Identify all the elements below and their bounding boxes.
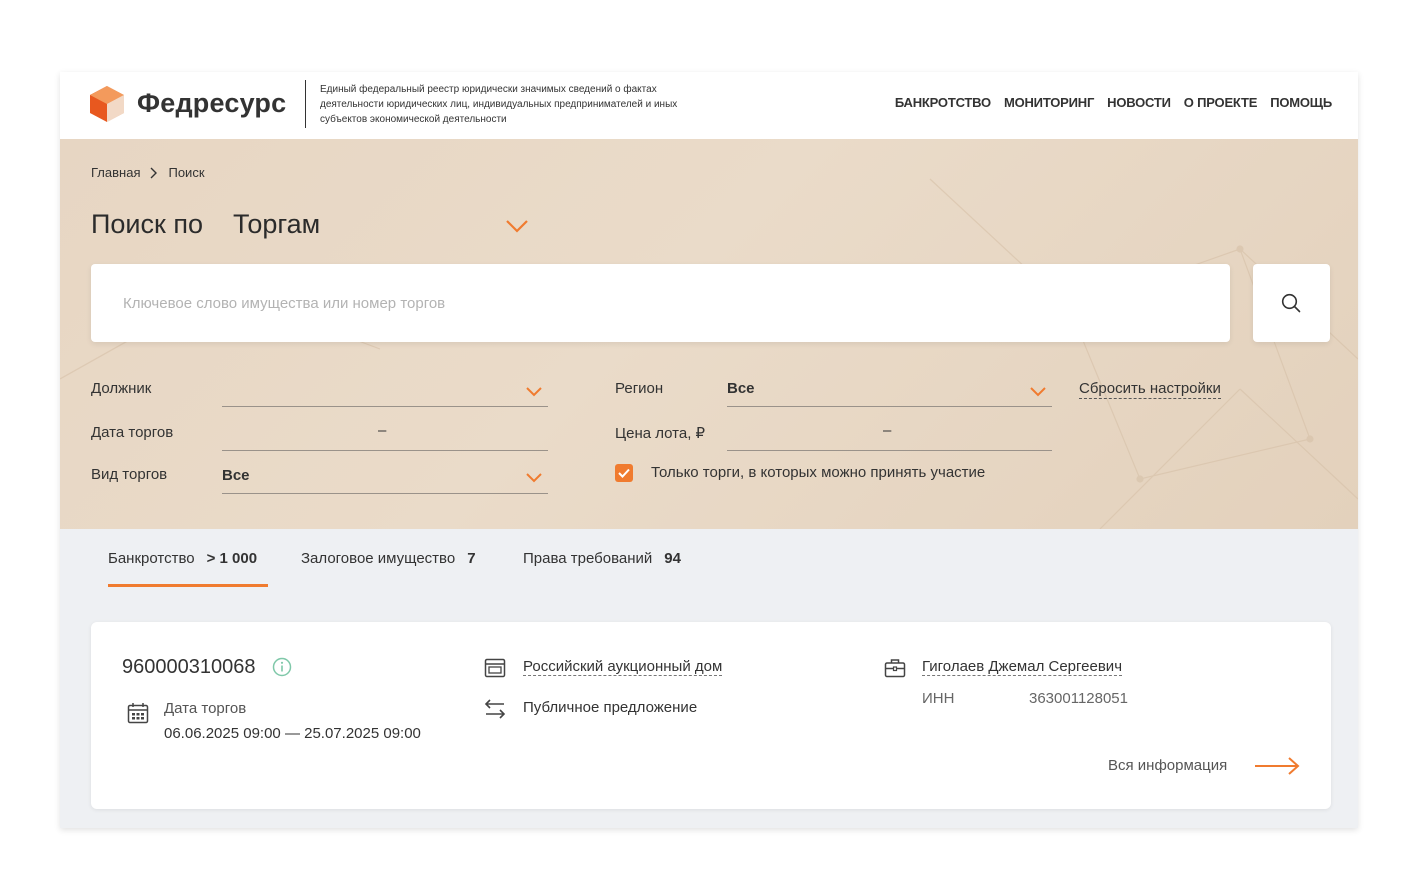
inn-label: ИНН — [922, 690, 955, 707]
nav-link-help[interactable]: ПОМОЩЬ — [1270, 95, 1332, 110]
region-select-underline — [727, 406, 1052, 407]
result-card: 960000310068 Дата торгов 06.06.2025 09:0… — [91, 622, 1331, 809]
logo-text[interactable]: Федресурс — [137, 88, 286, 119]
tab-count: > 1 000 — [206, 550, 258, 567]
price-range-underline[interactable] — [727, 450, 1052, 451]
breadcrumb: Главная Поиск — [91, 165, 205, 180]
site-header: Федресурс Единый федеральный реестр юрид… — [60, 72, 1358, 139]
tab-label: Банкротство — [108, 550, 195, 567]
trade-type-select-value[interactable]: Все — [222, 467, 250, 484]
date-range-underline[interactable] — [222, 450, 548, 451]
search-button[interactable] — [1253, 264, 1330, 342]
region-select-value[interactable]: Все — [727, 380, 755, 397]
trade-date-label: Дата торгов — [91, 424, 174, 441]
inn-value: 363001128051 — [1029, 690, 1128, 707]
trade-type-select-underline — [222, 493, 548, 494]
lot-price-label: Цена лота, ₽ — [615, 425, 706, 442]
nav-link-bankruptcy[interactable]: БАНКРОТСТВО — [895, 95, 991, 110]
search-icon — [1281, 293, 1301, 313]
logo-mark-icon[interactable] — [90, 86, 124, 122]
chevron-down-icon[interactable] — [526, 387, 542, 397]
nav-link-news[interactable]: НОВОСТИ — [1107, 95, 1171, 110]
organizer-link[interactable]: Российский аукционный дом — [523, 658, 723, 676]
swap-arrows-icon — [484, 699, 506, 719]
debtor-select-underline — [222, 406, 548, 407]
tab-label: Залоговое имущество — [301, 550, 456, 567]
lot-number[interactable]: 960000310068 — [122, 656, 255, 679]
app-window: Федресурс Единый федеральный реестр юрид… — [60, 72, 1358, 828]
top-navigation: БАНКРОТСТВО МОНИТОРИНГ НОВОСТИ О ПРОЕКТЕ… — [895, 95, 1332, 110]
breadcrumb-current: Поиск — [168, 165, 205, 180]
search-box — [91, 264, 1230, 342]
tab-count: 94 — [664, 550, 681, 567]
building-icon — [484, 658, 506, 678]
tab-collateral[interactable]: Залоговое имущество 7 — [301, 550, 476, 567]
chevron-down-icon[interactable] — [526, 473, 542, 483]
region-label: Регион — [615, 380, 664, 397]
date-range-separator: – — [378, 422, 387, 439]
debtor-label: Должник — [91, 380, 152, 397]
breadcrumb-home[interactable]: Главная — [91, 165, 140, 180]
reset-filters-link[interactable]: Сбросить настройки — [1079, 380, 1221, 399]
site-tagline: Единый федеральный реестр юридически зна… — [320, 84, 678, 125]
tab-bankruptcy[interactable]: Банкротство > 1 000 — [108, 550, 257, 567]
breadcrumb-chevron-icon — [150, 167, 158, 178]
only-open-checkbox[interactable] — [615, 464, 633, 482]
search-scope-select[interactable]: Торгам — [233, 209, 320, 240]
calendar-icon — [127, 703, 149, 724]
trade-type-label: Вид торгов — [91, 466, 168, 483]
logo-divider — [305, 80, 306, 128]
arrow-right-icon[interactable] — [1254, 756, 1300, 776]
nav-link-about[interactable]: О ПРОЕКТЕ — [1184, 95, 1258, 110]
chevron-down-icon[interactable] — [505, 219, 529, 233]
all-info-link[interactable]: Вся информация — [1108, 757, 1227, 774]
page-title: Поиск по Торгам — [91, 209, 320, 240]
nav-link-monitoring[interactable]: МОНИТОРИНГ — [1004, 95, 1094, 110]
tab-count: 7 — [467, 550, 476, 567]
price-range-separator: – — [883, 422, 892, 439]
briefcase-icon — [884, 659, 906, 678]
search-panel: Главная Поиск Поиск по Торгам Должник Ре… — [60, 139, 1358, 529]
active-tab-indicator — [108, 584, 268, 587]
page-title-prefix: Поиск по — [91, 209, 203, 239]
tab-label: Права требований — [523, 550, 653, 567]
search-input[interactable] — [91, 264, 1230, 342]
trade-date-caption: Дата торгов — [164, 700, 247, 717]
debtor-link[interactable]: Гиголаев Джемал Сергеевич — [922, 658, 1123, 676]
trade-type-value: Публичное предложение — [523, 699, 698, 716]
check-icon — [618, 468, 630, 478]
chevron-down-icon[interactable] — [1030, 387, 1046, 397]
trade-date-value: 06.06.2025 09:00 — 25.07.2025 09:00 — [164, 725, 421, 742]
tab-claim-rights[interactable]: Права требований 94 — [523, 550, 681, 567]
only-open-label[interactable]: Только торги, в которых можно принять уч… — [651, 464, 985, 481]
info-icon[interactable] — [272, 657, 292, 677]
